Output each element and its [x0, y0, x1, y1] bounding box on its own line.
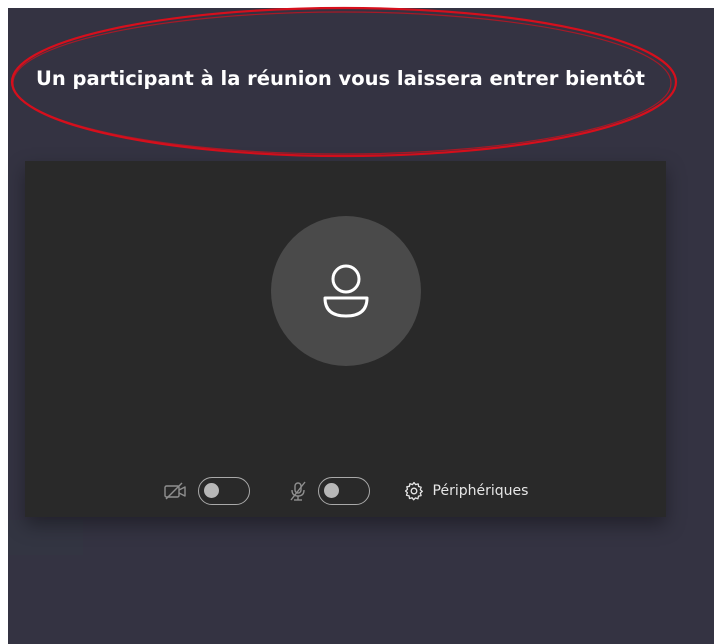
microphone-toggle-knob — [323, 483, 339, 498]
background-shadow — [8, 520, 83, 555]
video-preview-card: Périphériques — [25, 161, 666, 517]
microphone-toggle[interactable] — [317, 477, 370, 505]
person-icon — [323, 264, 369, 318]
gear-icon — [404, 481, 423, 501]
devices-button[interactable]: Périphériques — [404, 481, 529, 501]
camera-toggle-knob — [203, 483, 219, 498]
mic-off-icon[interactable] — [287, 480, 309, 502]
lobby-wait-message: Un participant à la réunion vous laisser… — [36, 67, 645, 90]
devices-label: Périphériques — [432, 483, 529, 499]
camera-off-icon[interactable] — [163, 481, 189, 501]
media-controls: Périphériques — [25, 476, 666, 506]
camera-toggle[interactable] — [197, 477, 250, 505]
avatar — [271, 216, 421, 366]
